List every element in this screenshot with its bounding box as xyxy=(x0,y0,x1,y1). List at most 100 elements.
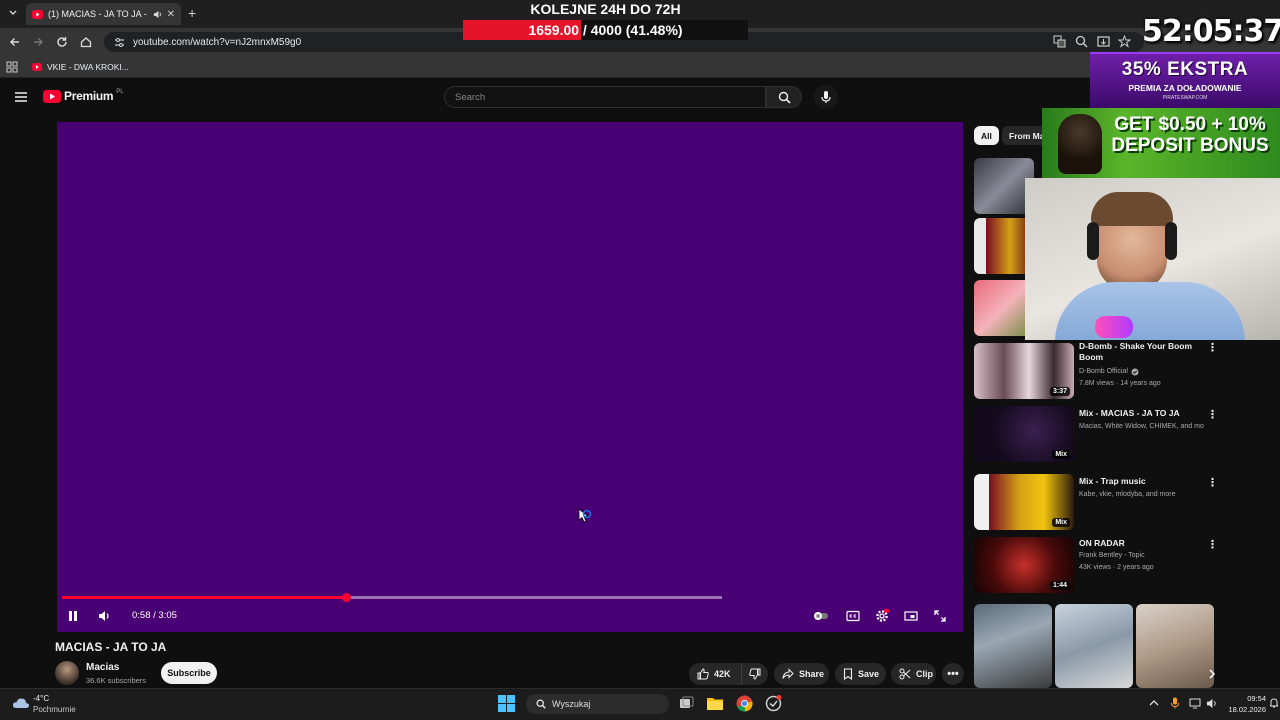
channel-avatar[interactable] xyxy=(55,661,79,685)
windows-start-icon[interactable] xyxy=(498,695,515,712)
translate-icon[interactable] xyxy=(1053,35,1066,48)
bookmark-star-icon[interactable] xyxy=(1118,35,1131,48)
bookmark-label: VKIE - DWA KROKI... xyxy=(47,61,129,72)
autoplay-icon xyxy=(813,610,829,622)
forward-icon[interactable] xyxy=(31,35,45,49)
clock-time[interactable]: 09:54 xyxy=(1230,694,1266,703)
more-vertical-icon[interactable]: ⋮ xyxy=(1207,538,1218,551)
like-count: 42K xyxy=(714,669,731,679)
app-icon[interactable] xyxy=(765,695,782,712)
short-thumbnail[interactable] xyxy=(1055,604,1133,688)
rec-meta: 7.8M views · 14 years ago xyxy=(1079,380,1161,387)
like-button[interactable]: 42K xyxy=(689,663,742,685)
promo-subline: PREMIA ZA DOŁADOWANIE xyxy=(1128,83,1242,93)
mix-badge: Mix xyxy=(1052,518,1070,527)
install-app-icon[interactable] xyxy=(1097,35,1110,48)
rec-title[interactable]: Mix - MACIAS - JA TO JA xyxy=(1079,408,1204,419)
reload-icon[interactable] xyxy=(55,35,69,49)
more-actions-button[interactable]: ••• xyxy=(942,663,964,685)
pause-button[interactable] xyxy=(63,606,83,626)
rec-channel[interactable]: Frank Bentley - Topic xyxy=(1079,550,1204,562)
youtube-premium-logo[interactable]: Premium PL xyxy=(43,89,124,103)
fullscreen-button[interactable] xyxy=(930,606,950,626)
channel-name[interactable]: Macias xyxy=(86,662,119,673)
search-icon xyxy=(778,91,791,104)
progress-bar[interactable] xyxy=(62,593,722,602)
logo-country: PL xyxy=(116,89,124,95)
rec-title[interactable]: Mix - Trap music xyxy=(1079,476,1204,487)
chevron-up-icon[interactable] xyxy=(1149,699,1159,707)
clock-date[interactable]: 18.02.2026 xyxy=(1226,705,1266,714)
chip-all[interactable]: All xyxy=(974,126,999,145)
theater-mode-button[interactable] xyxy=(901,606,921,626)
new-tab-icon[interactable]: + xyxy=(188,5,196,21)
progress-bar-played xyxy=(62,596,346,599)
task-view-icon[interactable] xyxy=(679,696,694,711)
weather-cloud-icon[interactable] xyxy=(12,696,30,710)
share-icon xyxy=(782,668,794,680)
logo-text: Premium xyxy=(64,89,114,103)
autoplay-toggle[interactable] xyxy=(811,606,831,626)
search-button[interactable] xyxy=(766,86,802,108)
windows-search-box[interactable]: Wyszukaj xyxy=(526,694,669,714)
goal-current: 1659.00 xyxy=(528,22,580,38)
rec-title[interactable]: ON RADAR xyxy=(1079,538,1204,549)
streamer-hoodie xyxy=(1055,282,1245,340)
video-thumbnail[interactable]: 3:37 xyxy=(974,343,1074,399)
rec-channel[interactable]: Macias, White Widow, CHIMEK, and more xyxy=(1079,421,1204,433)
save-button[interactable]: Save xyxy=(835,663,886,685)
apps-grid-icon[interactable] xyxy=(6,61,18,73)
streamer-hair xyxy=(1091,192,1173,226)
network-icon[interactable] xyxy=(1189,698,1201,709)
video-player[interactable] xyxy=(57,122,963,632)
weather-condition: Pochmurnie xyxy=(33,705,76,714)
tab-close-icon[interactable]: ✕ xyxy=(167,9,175,20)
back-icon[interactable] xyxy=(8,35,22,49)
home-icon[interactable] xyxy=(79,35,93,49)
subtitles-button[interactable] xyxy=(843,606,863,626)
microphone-icon xyxy=(820,90,832,104)
dislike-button[interactable] xyxy=(742,663,768,685)
tab-audio-icon[interactable] xyxy=(153,10,162,19)
microphone-tray-icon[interactable] xyxy=(1170,697,1180,709)
webcam-feed xyxy=(1025,178,1280,340)
rec-meta: 43K views · 2 years ago xyxy=(1079,564,1154,571)
video-thumbnail[interactable]: Mix xyxy=(974,406,1074,462)
menu-icon[interactable] xyxy=(14,90,28,104)
more-vertical-icon[interactable]: ⋮ xyxy=(1207,341,1218,354)
pause-icon xyxy=(67,610,79,622)
mix-badge: Mix xyxy=(1052,450,1070,459)
promo-headline: 35% EKSTRA xyxy=(1121,59,1249,80)
volume-button[interactable] xyxy=(94,606,114,626)
notification-bell-icon[interactable] xyxy=(1270,698,1278,708)
tab-title: (1) MACIAS - JA TO JA - You xyxy=(48,9,148,19)
search-input[interactable]: Search xyxy=(444,86,766,108)
file-explorer-icon[interactable] xyxy=(707,696,723,710)
progress-scrubber[interactable] xyxy=(341,593,351,602)
share-button[interactable]: Share xyxy=(774,663,829,685)
voice-search-button[interactable] xyxy=(814,85,838,109)
donation-goal-title: KOLEJNE 24H DO 72H xyxy=(530,1,681,17)
video-thumbnail[interactable]: Mix xyxy=(974,474,1074,530)
chrome-icon[interactable] xyxy=(736,695,753,712)
browser-tab[interactable]: (1) MACIAS - JA TO JA - You ✕ xyxy=(26,3,181,25)
more-vertical-icon[interactable]: ⋮ xyxy=(1207,476,1218,489)
theater-icon xyxy=(904,610,918,622)
video-thumbnail[interactable]: 1:44 xyxy=(974,537,1074,593)
site-info-icon[interactable] xyxy=(114,37,125,48)
verified-icon xyxy=(1131,368,1139,376)
zoom-icon[interactable] xyxy=(1075,35,1088,48)
rec-title[interactable]: D-Bomb - Shake Your Boom Boom xyxy=(1079,341,1204,364)
more-vertical-icon[interactable]: ⋮ xyxy=(1207,408,1218,421)
tab-list-chevron-icon[interactable] xyxy=(6,6,20,20)
short-thumbnail[interactable] xyxy=(1136,604,1214,688)
rec-channel[interactable]: Kabe, vkie, mlodyba, and more xyxy=(1079,489,1204,501)
rec-channel[interactable]: D-Bomb Official xyxy=(1079,366,1128,378)
clip-button[interactable]: Clip xyxy=(891,663,936,685)
chevron-right-icon[interactable] xyxy=(1206,668,1218,680)
volume-tray-icon[interactable] xyxy=(1206,698,1218,709)
bookmark-item[interactable]: VKIE - DWA KROKI... xyxy=(32,62,129,72)
settings-button[interactable] xyxy=(872,606,892,626)
subscribe-button[interactable]: Subscribe xyxy=(161,662,217,684)
short-thumbnail[interactable] xyxy=(974,604,1052,688)
